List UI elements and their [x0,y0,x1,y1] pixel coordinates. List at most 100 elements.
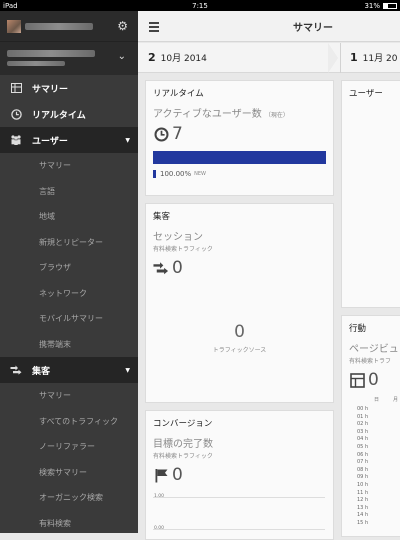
heatmap-hour-label: 10 h [357,481,369,488]
sidebar-subitem-language[interactable]: 言語 [0,179,138,205]
sidebar-item-summary[interactable]: サマリー [0,75,138,101]
sidebar-subitem-organic-search[interactable]: オーガニック検索 [0,485,138,511]
card-title: コンバージョン [153,419,213,429]
clock: 7:15 [192,1,208,10]
heatmap-col-label: 月 [393,397,399,403]
realtime-subtitle: アクティブなユーザー数 [153,109,262,120]
table-icon [349,372,365,388]
heatmap-hour-label: 09 h [357,474,369,481]
sidebar-subitem-all-traffic[interactable]: すべてのトラフィック [0,409,138,435]
behavior-card[interactable]: 行動 ページビュ 有料検索トラフ 0 日 月 00 h 01 h 02 h 03 h0… [341,315,400,537]
card-subtitle: ページビュ [349,344,399,355]
heatmap-columns: 日 月 [342,394,400,406]
sidebar-subitem-browser[interactable]: ブラウザ [0,255,138,281]
heatmap-hour-label: 00 h [357,406,369,412]
sidebar-subitem-mobile-summary[interactable]: モバイルサマリー [0,306,138,332]
heatmap-hour-label: 11 h [357,489,369,496]
card-subtitle: アクティブなユーザー数 （現在） [146,105,333,120]
battery-icon [383,2,397,9]
sidebar: ⚙ ⌄ サマリー リアルタイム ユーザー ▼ サマリー 言語 地域 新規とリピー… [0,11,138,533]
heatmap-hour-label: 12 h [357,497,369,504]
date-left[interactable]: 2 10月 2014 [148,51,207,64]
legend-swatch [153,170,156,178]
card-title: ユーザー [349,89,383,99]
sidebar-subitem-users-summary[interactable]: サマリー [0,153,138,179]
date-separator-arrow [328,43,338,73]
account-name-redacted [25,22,93,30]
card-title: リアルタイム [153,89,204,99]
realtime-metric: 7 [146,120,333,148]
sidebar-item-realtime[interactable]: リアルタイム [0,101,138,127]
sidebar-subitem-region[interactable]: 地域 [0,204,138,230]
acquisition-icon [153,260,169,276]
clock-icon [153,126,169,142]
heatmap-hour-label: 07 h [357,459,369,466]
sidebar-subitem-paid-search[interactable]: 有料検索 [0,511,138,534]
card-subtitle-2: 有料検索トラフィック [153,246,213,253]
account-selector[interactable]: ⌄ [0,41,138,75]
acquisition-card[interactable]: 集客 セッション 有料検索トラフィック 0 0 トラフィックソース [145,203,334,403]
heatmap-hour-label: 04 h [357,436,369,443]
sidebar-item-acquisition[interactable]: 集客 ▼ [0,357,138,383]
status-bar: iPad 7:15 31% [0,0,400,11]
menu-icon[interactable] [149,22,159,34]
date-divider [340,43,341,73]
conversion-metric: 0 [146,461,333,489]
card-title: 集客 [153,212,171,222]
acquisition-icon [9,364,23,376]
card-title: 行動 [349,324,367,334]
new-users-bar [153,151,326,164]
property-name-redacted [7,50,95,57]
sidebar-item-users[interactable]: ユーザー ▼ [0,127,138,153]
acquisition-value: 0 [172,258,183,278]
gear-icon[interactable]: ⚙ [117,19,128,33]
heatmap-hour-label: 02 h [357,421,369,428]
sidebar-item-label: リアルタイム [32,110,86,121]
heatmap-hour-label: 13 h [357,504,369,511]
conversion-value: 0 [172,465,183,485]
heatmap-hour-label: 15 h [357,519,369,526]
legend-new-label: NEW [194,171,206,177]
sidebar-subitem-new-returning[interactable]: 新規とリピーター [0,230,138,256]
traffic-sources-value: 0 [234,322,245,342]
heatmap-hour-label: 06 h [357,451,369,458]
gridline [153,529,325,530]
heatmap-hour-label: 14 h [357,512,369,519]
date-right[interactable]: 1 11月 20 [350,51,397,64]
flag-icon [153,467,169,483]
acquisition-metric: 0 [146,254,333,282]
caret-down-icon: ▼ [125,366,130,374]
users-icon [9,134,23,146]
date-right-month: 11月 20 [362,54,398,64]
realtime-value: 7 [172,124,183,144]
legend: 100.00% NEW [146,164,333,184]
heatmap-hour-label: 01 h [357,413,369,420]
date-right-day: 1 [350,51,358,64]
behavior-value: 0 [368,370,379,390]
heatmap-col-label: 日 [374,397,380,403]
realtime-card[interactable]: リアルタイム アクティブなユーザー数 （現在） 7 100.00% NEW [145,80,334,196]
gridline [153,497,325,498]
behavior-metric: 0 [342,366,400,394]
page-title: サマリー [293,23,333,34]
sidebar-subitem-no-referrer[interactable]: ノーリファラー [0,434,138,460]
heatmap-hour-label: 08 h [357,466,369,473]
users-card[interactable]: ユーザー [341,80,400,308]
chevron-down-icon: ⌄ [117,51,126,62]
conversion-card[interactable]: コンバージョン 目標の完了数 有料検索トラフィック 0 1.00 0.00 [145,410,334,540]
card-subtitle-2: 有料検索トラフィック [153,453,213,460]
heatmap-hours: 00 h 01 h 02 h 03 h 04 h 05 h 06 h 07 h 08 h 09 h… [342,406,400,528]
sidebar-subitem-acq-summary[interactable]: サマリー [0,383,138,409]
sidebar-subitem-mobile-devices[interactable]: 携帯端末 [0,332,138,358]
date-strip: 2 10月 2014 1 11月 20 [138,43,400,73]
caret-down-icon: ▼ [125,136,130,144]
traffic-sources-label: トラフィックソース [212,347,267,354]
top-bar: サマリー [138,11,400,42]
heatmap-hour-label: 05 h [357,443,369,450]
clock-icon [9,108,23,120]
grid-icon [9,82,23,94]
sidebar-subitem-network[interactable]: ネットワーク [0,281,138,307]
legend-percent: 100.00% [160,170,192,178]
sidebar-subitem-search-summary[interactable]: 検索サマリー [0,460,138,486]
card-subtitle-2: 有料検索トラフ [349,358,392,365]
